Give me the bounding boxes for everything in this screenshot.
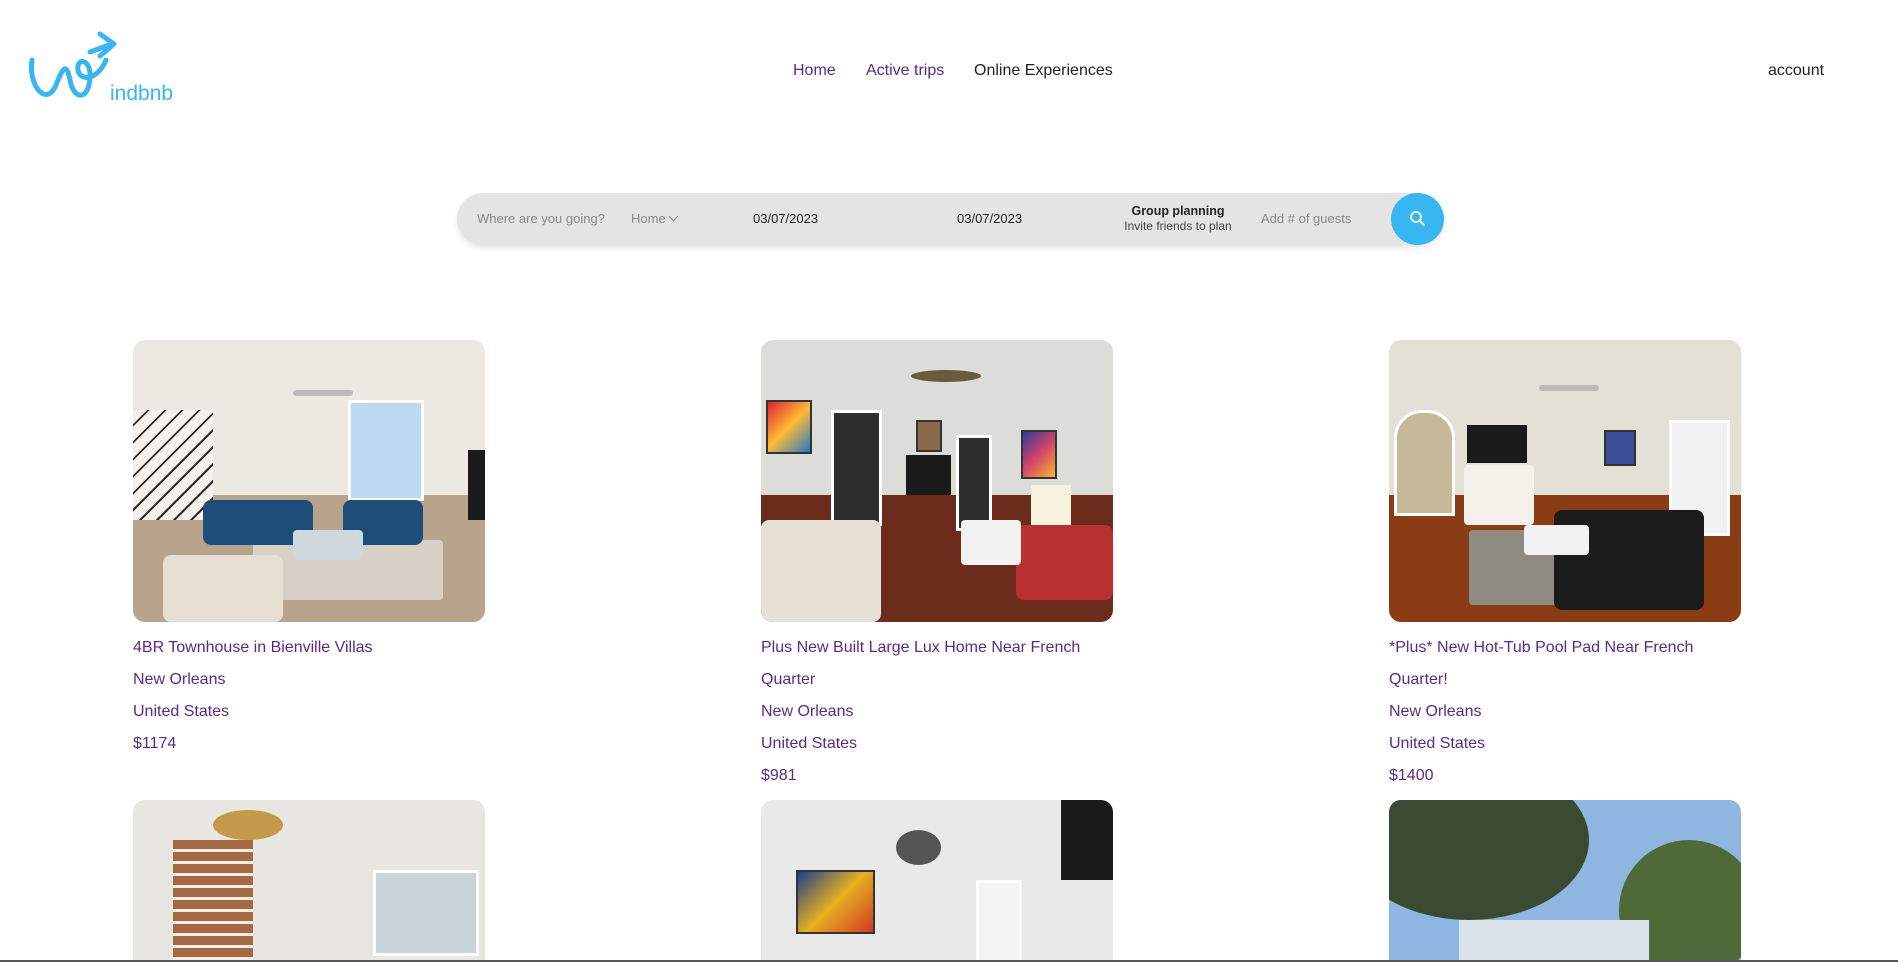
group-planning-button[interactable]: Group planning Invite friends to plan: [1103, 204, 1253, 234]
listing-card[interactable]: [133, 800, 485, 962]
search-button[interactable]: [1391, 193, 1444, 245]
brand-logo[interactable]: indbnb: [28, 30, 173, 110]
listing-city: New Orleans: [761, 703, 854, 720]
listing-price: $981: [761, 767, 797, 784]
listing-city: New Orleans: [133, 671, 226, 688]
nav-online-experiences-link[interactable]: Online Experiences: [974, 62, 1113, 80]
listing-country: United States: [761, 735, 858, 752]
group-planning-subtitle: Invite friends to plan: [1124, 219, 1232, 233]
listing-photo[interactable]: [133, 340, 485, 622]
listing-photo[interactable]: [1389, 340, 1741, 622]
search-bar: Where are you going? Home 03/07/2023 03/…: [457, 193, 1444, 245]
listing-info: 4BR Townhouse in Bienville Villas New Or…: [133, 632, 485, 760]
page: indbnb Home Active trips Online Experien…: [0, 0, 1898, 962]
listing-photo[interactable]: [761, 340, 1113, 622]
listing-photo[interactable]: [761, 800, 1113, 962]
listing-price: $1174: [133, 735, 177, 752]
listing-card[interactable]: 4BR Townhouse in Bienville Villas New Or…: [133, 340, 485, 760]
listing-title[interactable]: *Plus* New Hot-Tub Pool Pad Near French …: [1389, 632, 1741, 696]
listing-card[interactable]: Plus New Built Large Lux Home Near Frenc…: [761, 340, 1113, 792]
listing-photo[interactable]: [133, 800, 485, 962]
listing-country: United States: [1389, 735, 1486, 752]
listing-info: Plus New Built Large Lux Home Near Frenc…: [761, 632, 1113, 792]
guests-input[interactable]: Add # of guests: [1261, 211, 1351, 226]
group-planning-title: Group planning: [1131, 204, 1225, 218]
check-in-date-input[interactable]: 03/07/2023: [753, 211, 818, 226]
listing-city: New Orleans: [1389, 703, 1482, 720]
account-link[interactable]: account: [1768, 62, 1824, 80]
destination-input[interactable]: Where are you going?: [477, 211, 605, 226]
listing-info: *Plus* New Hot-Tub Pool Pad Near French …: [1389, 632, 1741, 792]
listing-title[interactable]: Plus New Built Large Lux Home Near Frenc…: [761, 632, 1113, 696]
listing-card[interactable]: [761, 800, 1113, 962]
property-type-select[interactable]: Home: [631, 211, 679, 226]
listing-title[interactable]: 4BR Townhouse in Bienville Villas: [133, 632, 485, 664]
chevron-down-icon: [668, 211, 679, 222]
nav-home-link[interactable]: Home: [793, 62, 836, 80]
search-icon: [1410, 211, 1425, 226]
listing-card[interactable]: [1389, 800, 1741, 962]
brand-name: indbnb: [110, 82, 174, 105]
nav-active-trips-link[interactable]: Active trips: [866, 62, 944, 80]
listing-country: United States: [133, 703, 230, 720]
listing-card[interactable]: *Plus* New Hot-Tub Pool Pad Near French …: [1389, 340, 1741, 792]
check-out-date-input[interactable]: 03/07/2023: [957, 211, 1022, 226]
property-type-value: Home: [631, 211, 666, 226]
listing-photo[interactable]: [1389, 800, 1741, 962]
listing-price: $1400: [1389, 767, 1434, 784]
